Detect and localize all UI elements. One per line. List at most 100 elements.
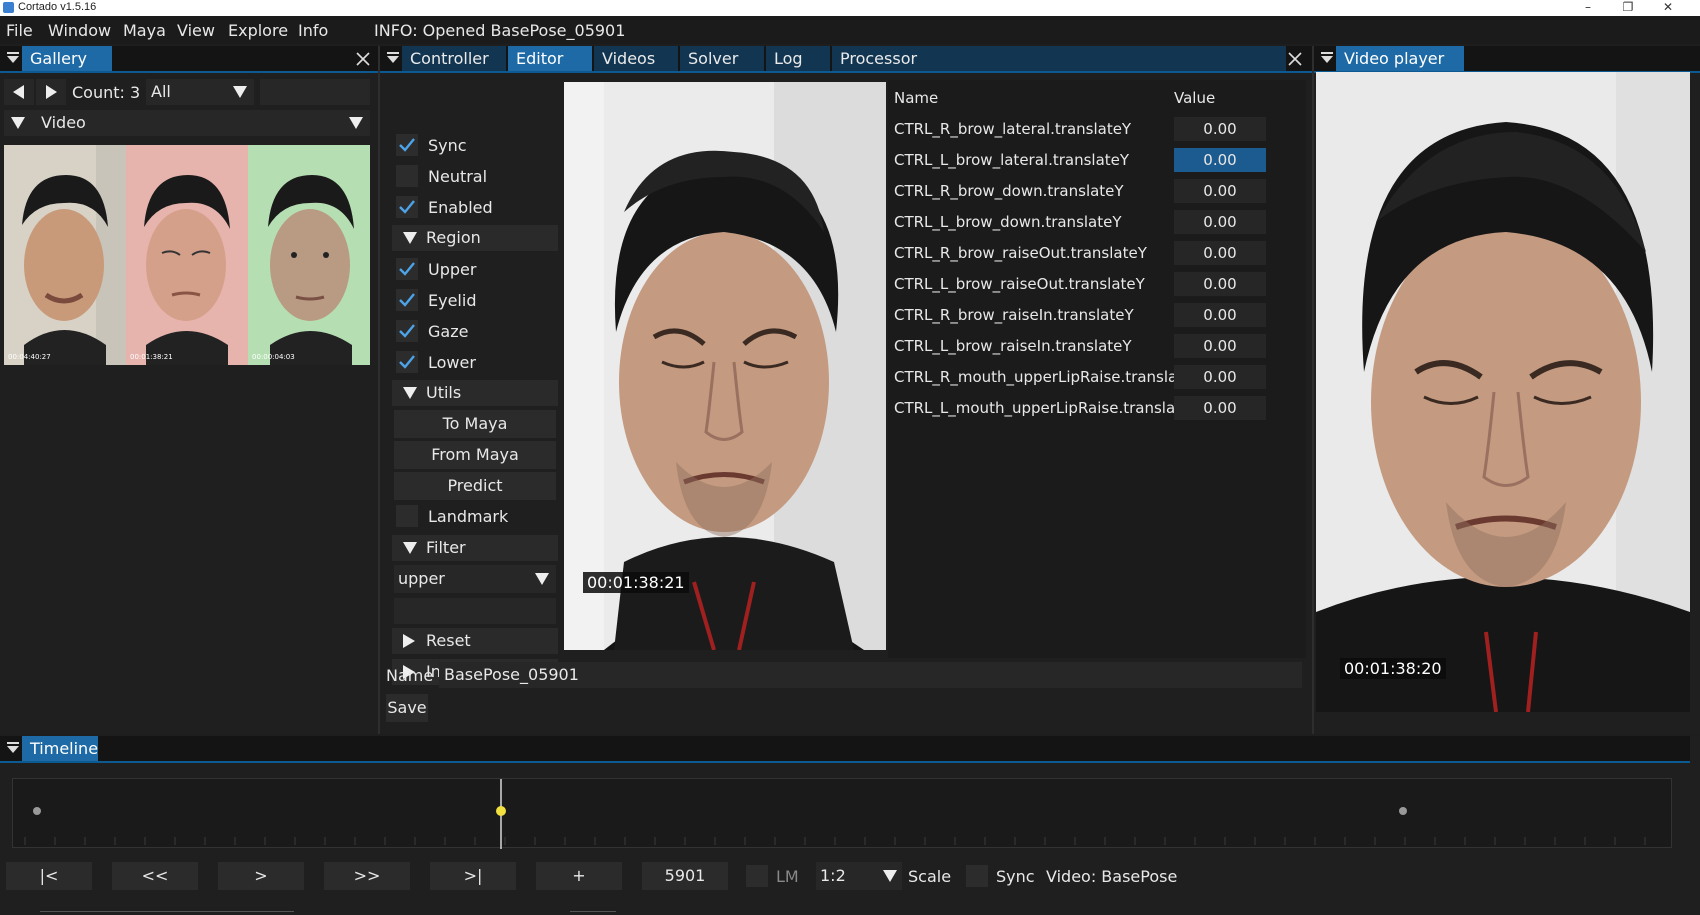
- tab-processor[interactable]: Processor: [832, 46, 1286, 71]
- table-row-name: CTRL_L_brow_down.translateY: [894, 213, 1122, 231]
- collapse-icon[interactable]: [386, 51, 400, 65]
- to-maya-button[interactable]: To Maya: [394, 410, 556, 438]
- scrollbar[interactable]: [40, 911, 294, 912]
- check-icon: [399, 138, 415, 152]
- chevron-down-icon: [233, 86, 247, 98]
- table-row-value-field[interactable]: 0.00: [1174, 365, 1266, 389]
- playhead-marker: [496, 806, 506, 816]
- lm-checkbox[interactable]: [746, 865, 768, 887]
- region-section[interactable]: Region: [392, 225, 558, 251]
- preview-timestamp: 00:01:38:21: [583, 572, 689, 593]
- ratio-select[interactable]: 1:2: [816, 862, 902, 890]
- from-maya-button[interactable]: From Maya: [394, 441, 556, 469]
- filter-section[interactable]: Filter: [392, 535, 558, 561]
- collapse-icon[interactable]: [1320, 51, 1334, 65]
- close-window-icon[interactable]: ✕: [1648, 0, 1688, 16]
- lower-checkbox[interactable]: [396, 351, 418, 373]
- menu-info[interactable]: Info: [298, 21, 328, 40]
- chevron-down-icon: [535, 573, 549, 585]
- tab-log[interactable]: Log: [766, 46, 830, 71]
- lower-label: Lower: [428, 353, 476, 372]
- status-info-text: INFO: Opened BasePose_05901: [374, 21, 626, 40]
- collapse-icon[interactable]: [6, 51, 20, 65]
- video-player-tab[interactable]: Video player: [1336, 46, 1464, 71]
- predict-button[interactable]: Predict: [394, 472, 556, 500]
- arrow-left-icon: [13, 85, 24, 99]
- tab-editor[interactable]: Editor: [508, 46, 592, 71]
- table-row-value-field[interactable]: 0.00: [1174, 334, 1266, 358]
- filter-select[interactable]: upper: [394, 565, 556, 593]
- thumbnail-1[interactable]: 00:04:40:27: [4, 145, 126, 365]
- timeline-track[interactable]: [12, 778, 1672, 849]
- count-label: Count:: [72, 83, 125, 102]
- eyelid-checkbox[interactable]: [396, 289, 418, 311]
- reset-section[interactable]: Reset: [392, 628, 558, 654]
- next-button[interactable]: [36, 79, 66, 105]
- thumbnail-2[interactable]: 00:01:38:21: [126, 145, 248, 365]
- filter-text-input[interactable]: [394, 598, 556, 624]
- table-header-name: Name: [894, 89, 939, 107]
- minimize-icon[interactable]: –: [1568, 0, 1608, 16]
- controller-column: Sync Neutral Enabled Region Upper Eyelid…: [384, 80, 562, 690]
- window-title-bar: Cortado v1.5.16 – ❐ ✕: [0, 0, 1700, 16]
- restore-icon[interactable]: ❐: [1608, 0, 1648, 16]
- enabled-checkbox[interactable]: [396, 196, 418, 218]
- collapse-icon[interactable]: [6, 741, 20, 755]
- controls-table: Name Value CTRL_R_brow_lateral.translate…: [888, 80, 1306, 658]
- step-forward-button[interactable]: >>: [324, 862, 410, 890]
- table-row-value-field[interactable]: 0.00: [1174, 179, 1266, 203]
- gallery-filter-select[interactable]: All: [146, 79, 254, 105]
- table-row-value-field[interactable]: 0.00: [1174, 396, 1266, 420]
- menu-explore[interactable]: Explore: [228, 21, 288, 40]
- table-row-value-field[interactable]: 0.00: [1174, 241, 1266, 265]
- timeline-tab[interactable]: Timeline: [22, 736, 98, 761]
- video-name-label: Video: BasePose: [1046, 867, 1178, 886]
- table-row-value-field[interactable]: 0.00: [1174, 117, 1266, 141]
- table-row-value-field[interactable]: 0.00: [1174, 210, 1266, 234]
- close-icon[interactable]: [354, 50, 372, 68]
- menu-window[interactable]: Window: [48, 21, 111, 40]
- video-select[interactable]: Video: [4, 110, 370, 136]
- menu-maya[interactable]: Maya: [123, 21, 166, 40]
- table-row-value-field[interactable]: 0.00: [1174, 148, 1266, 172]
- video-frame[interactable]: 00:01:38:20: [1316, 72, 1690, 712]
- menu-view[interactable]: View: [177, 21, 215, 40]
- thumbnail-time: 00:04:40:27: [8, 353, 51, 361]
- tab-controller[interactable]: Controller: [402, 46, 506, 71]
- tab-videos[interactable]: Videos: [594, 46, 678, 71]
- table-row-value-field[interactable]: 0.00: [1174, 303, 1266, 327]
- table-row-value-field[interactable]: 0.00: [1174, 272, 1266, 296]
- sync-checkbox[interactable]: [396, 134, 418, 156]
- thumbnail-3[interactable]: 00:00:04:03: [248, 145, 370, 365]
- save-button[interactable]: Save: [386, 694, 428, 722]
- timeline-sync-checkbox[interactable]: [966, 865, 988, 887]
- video-player-header: Video player: [1314, 46, 1700, 73]
- utils-section[interactable]: Utils: [392, 380, 558, 406]
- prev-button[interactable]: [4, 79, 34, 105]
- play-button[interactable]: >: [218, 862, 304, 890]
- add-key-button[interactable]: +: [536, 862, 622, 890]
- region-label: Region: [426, 228, 481, 247]
- menu-bar: File Window Maya View Explore Info INFO:…: [0, 16, 1700, 44]
- face-thumbnail-image: [248, 145, 370, 365]
- tab-solver[interactable]: Solver: [680, 46, 764, 71]
- step-back-button[interactable]: <<: [112, 862, 198, 890]
- frame-input[interactable]: 5901: [642, 862, 728, 890]
- gaze-checkbox[interactable]: [396, 320, 418, 342]
- neutral-checkbox[interactable]: [396, 165, 418, 187]
- close-icon[interactable]: [1286, 50, 1304, 68]
- go-start-button[interactable]: |<: [6, 862, 92, 890]
- scrollbar-thumb[interactable]: [570, 911, 616, 912]
- gallery-thumbnails: 00:04:40:27 00:01:38:21 00:00:04:03: [4, 145, 370, 365]
- upper-label: Upper: [428, 260, 477, 279]
- landmark-checkbox[interactable]: [396, 505, 418, 527]
- table-row-name: CTRL_R_brow_lateral.translateY: [894, 120, 1132, 138]
- pose-name-input[interactable]: BasePose_05901: [439, 662, 1302, 688]
- table-row-name: CTRL_R_brow_raiseOut.translateY: [894, 244, 1147, 262]
- preview-image[interactable]: 00:01:38:21: [564, 82, 886, 650]
- gallery-tab[interactable]: Gallery: [22, 46, 112, 71]
- go-end-button[interactable]: >|: [430, 862, 516, 890]
- menu-file[interactable]: File: [6, 21, 33, 40]
- upper-checkbox[interactable]: [396, 258, 418, 280]
- gallery-search-input[interactable]: [260, 79, 370, 105]
